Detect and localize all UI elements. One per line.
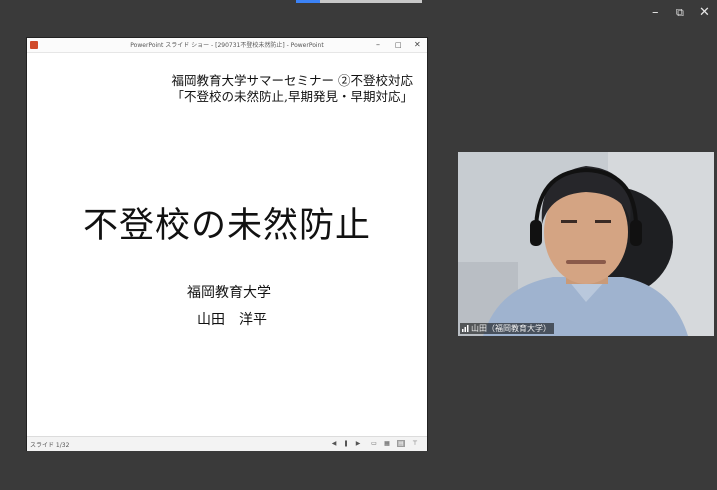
screen-share-tab[interactable] <box>296 0 422 3</box>
slide-counter: スライド 1/32 <box>30 442 70 449</box>
slideshow-icon[interactable]: ⊤ <box>411 440 419 447</box>
ppt-status-bar: スライド 1/32 ◀ ❚ ▶ ▭ ▦ ▤ ⊤ <box>27 436 427 451</box>
ppt-maximize-button[interactable]: □ <box>395 39 402 51</box>
slide-canvas[interactable]: 福岡教育大学サマーセミナー ②不登校対応 「不登校の未然防止,早期発見・早期対応… <box>27 53 427 436</box>
pause-icon[interactable]: ❚ <box>342 440 350 447</box>
window-restore-button[interactable]: ⧉ <box>676 6 684 20</box>
seminar-line-1: 福岡教育大学サマーセミナー ②不登校対応 <box>171 73 413 88</box>
seminar-line-2: 「不登校の未然防止,早期発見・早期対応」 <box>171 89 413 104</box>
ppt-close-button[interactable]: ✕ <box>414 39 421 51</box>
participant-name-tag: 山田（福岡教育大学） <box>460 323 554 334</box>
ppt-title-bar: PowerPoint スライド ショー - [290731不登校未然防止] - … <box>27 38 427 53</box>
presenter-name: 山田 洋平 <box>197 312 267 328</box>
window-minimize-button[interactable]: – <box>652 6 659 20</box>
normal-view-icon[interactable]: ▭ <box>370 440 378 447</box>
seminar-heading: 福岡教育大学サマーセミナー ②不登校対応 「不登校の未然防止,早期発見・早期対応… <box>172 73 413 105</box>
window-close-button[interactable]: ✕ <box>699 6 710 20</box>
participant-name: 山田（福岡教育大学） <box>471 324 551 333</box>
participant-video[interactable]: 山田（福岡教育大学） <box>458 152 714 336</box>
reading-view-icon[interactable]: ▤ <box>397 440 405 447</box>
university-name: 福岡教育大学 <box>187 285 271 301</box>
slide-sorter-icon[interactable]: ▦ <box>383 440 391 447</box>
next-icon[interactable]: ▶ <box>354 440 362 447</box>
ppt-window-title: PowerPoint スライド ショー - [290731不登校未然防止] - … <box>130 42 324 49</box>
tab-accent <box>296 0 320 3</box>
ppt-minimize-button[interactable]: – <box>376 39 380 51</box>
audio-level-icon <box>462 325 469 332</box>
shared-powerpoint-window: PowerPoint スライド ショー - [290731不登校未然防止] - … <box>27 38 427 451</box>
prev-icon[interactable]: ◀ <box>330 440 338 447</box>
participant-video-image <box>458 152 714 336</box>
slide-title: 不登校の未然防止 <box>82 206 371 246</box>
